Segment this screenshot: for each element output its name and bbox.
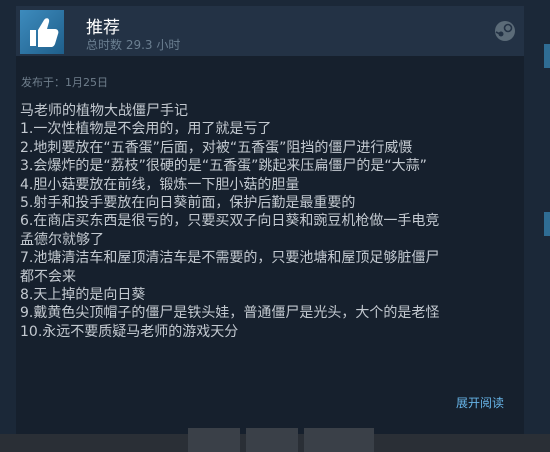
- post-date: 发布于：1月25日: [21, 76, 108, 89]
- review-title: 推荐: [86, 18, 120, 38]
- vote-button[interactable]: [304, 428, 374, 452]
- text-fade: [16, 342, 524, 376]
- review-line: 2.地刺要放在“五香蛋”后面，对被“五香蛋”阻挡的僵尸进行威慑: [20, 139, 413, 156]
- review-line: 10.永远不要质疑马老师的游戏天分: [20, 323, 239, 340]
- review-line: 5.射手和投手要放在向日葵前面，保护后勤是最重要的: [20, 194, 356, 211]
- vote-button[interactable]: [188, 428, 240, 452]
- review-line: 6.在商店买东西是很亏的，只要买双子向日葵和豌豆机枪做一手电竞: [20, 213, 440, 230]
- review-line: 7.池塘清洁车和屋顶清洁车是不需要的，只要池塘和屋顶足够脏僵尸: [20, 250, 440, 267]
- review-line: 8.天上掉的是向日葵: [20, 286, 146, 303]
- expand-review-link[interactable]: 展开阅读: [456, 394, 504, 411]
- review-line: 4.胆小菇要放在前线，锻炼一下胆小菇的胆量: [20, 176, 300, 193]
- side-scroll-marker: [544, 44, 550, 68]
- review-line: 孟德尔就够了: [20, 231, 104, 248]
- thumbs-up-icon: [20, 10, 64, 54]
- steam-logo-icon: [495, 21, 515, 41]
- vote-button[interactable]: [246, 428, 298, 452]
- review-card: 推荐 总时数 29.3 小时 发布于：1月25日 马老师的植物大战僵尸手记 1.…: [16, 6, 524, 434]
- review-line: 3.会爆炸的是“荔枝”很硬的是“五香蛋”跳起来压扁僵尸的是“大蒜”: [20, 158, 427, 175]
- playtime-hours: 总时数 29.3 小时: [86, 38, 181, 52]
- review-line: 9.戴黄色尖顶帽子的僵尸是铁头娃，普通僵尸是光头，大个的是老怪: [20, 305, 440, 322]
- review-line: 1.一次性植物是不会用的，用了就是亏了: [20, 121, 272, 138]
- review-line: 马老师的植物大战僵尸手记: [20, 103, 188, 119]
- side-scroll-marker: [544, 212, 550, 236]
- review-body: 马老师的植物大战僵尸手记 1.一次性植物是不会用的，用了就是亏了 2.地刺要放在…: [20, 102, 516, 372]
- review-header: 推荐 总时数 29.3 小时: [16, 6, 524, 56]
- review-line: 都不会来: [20, 268, 76, 285]
